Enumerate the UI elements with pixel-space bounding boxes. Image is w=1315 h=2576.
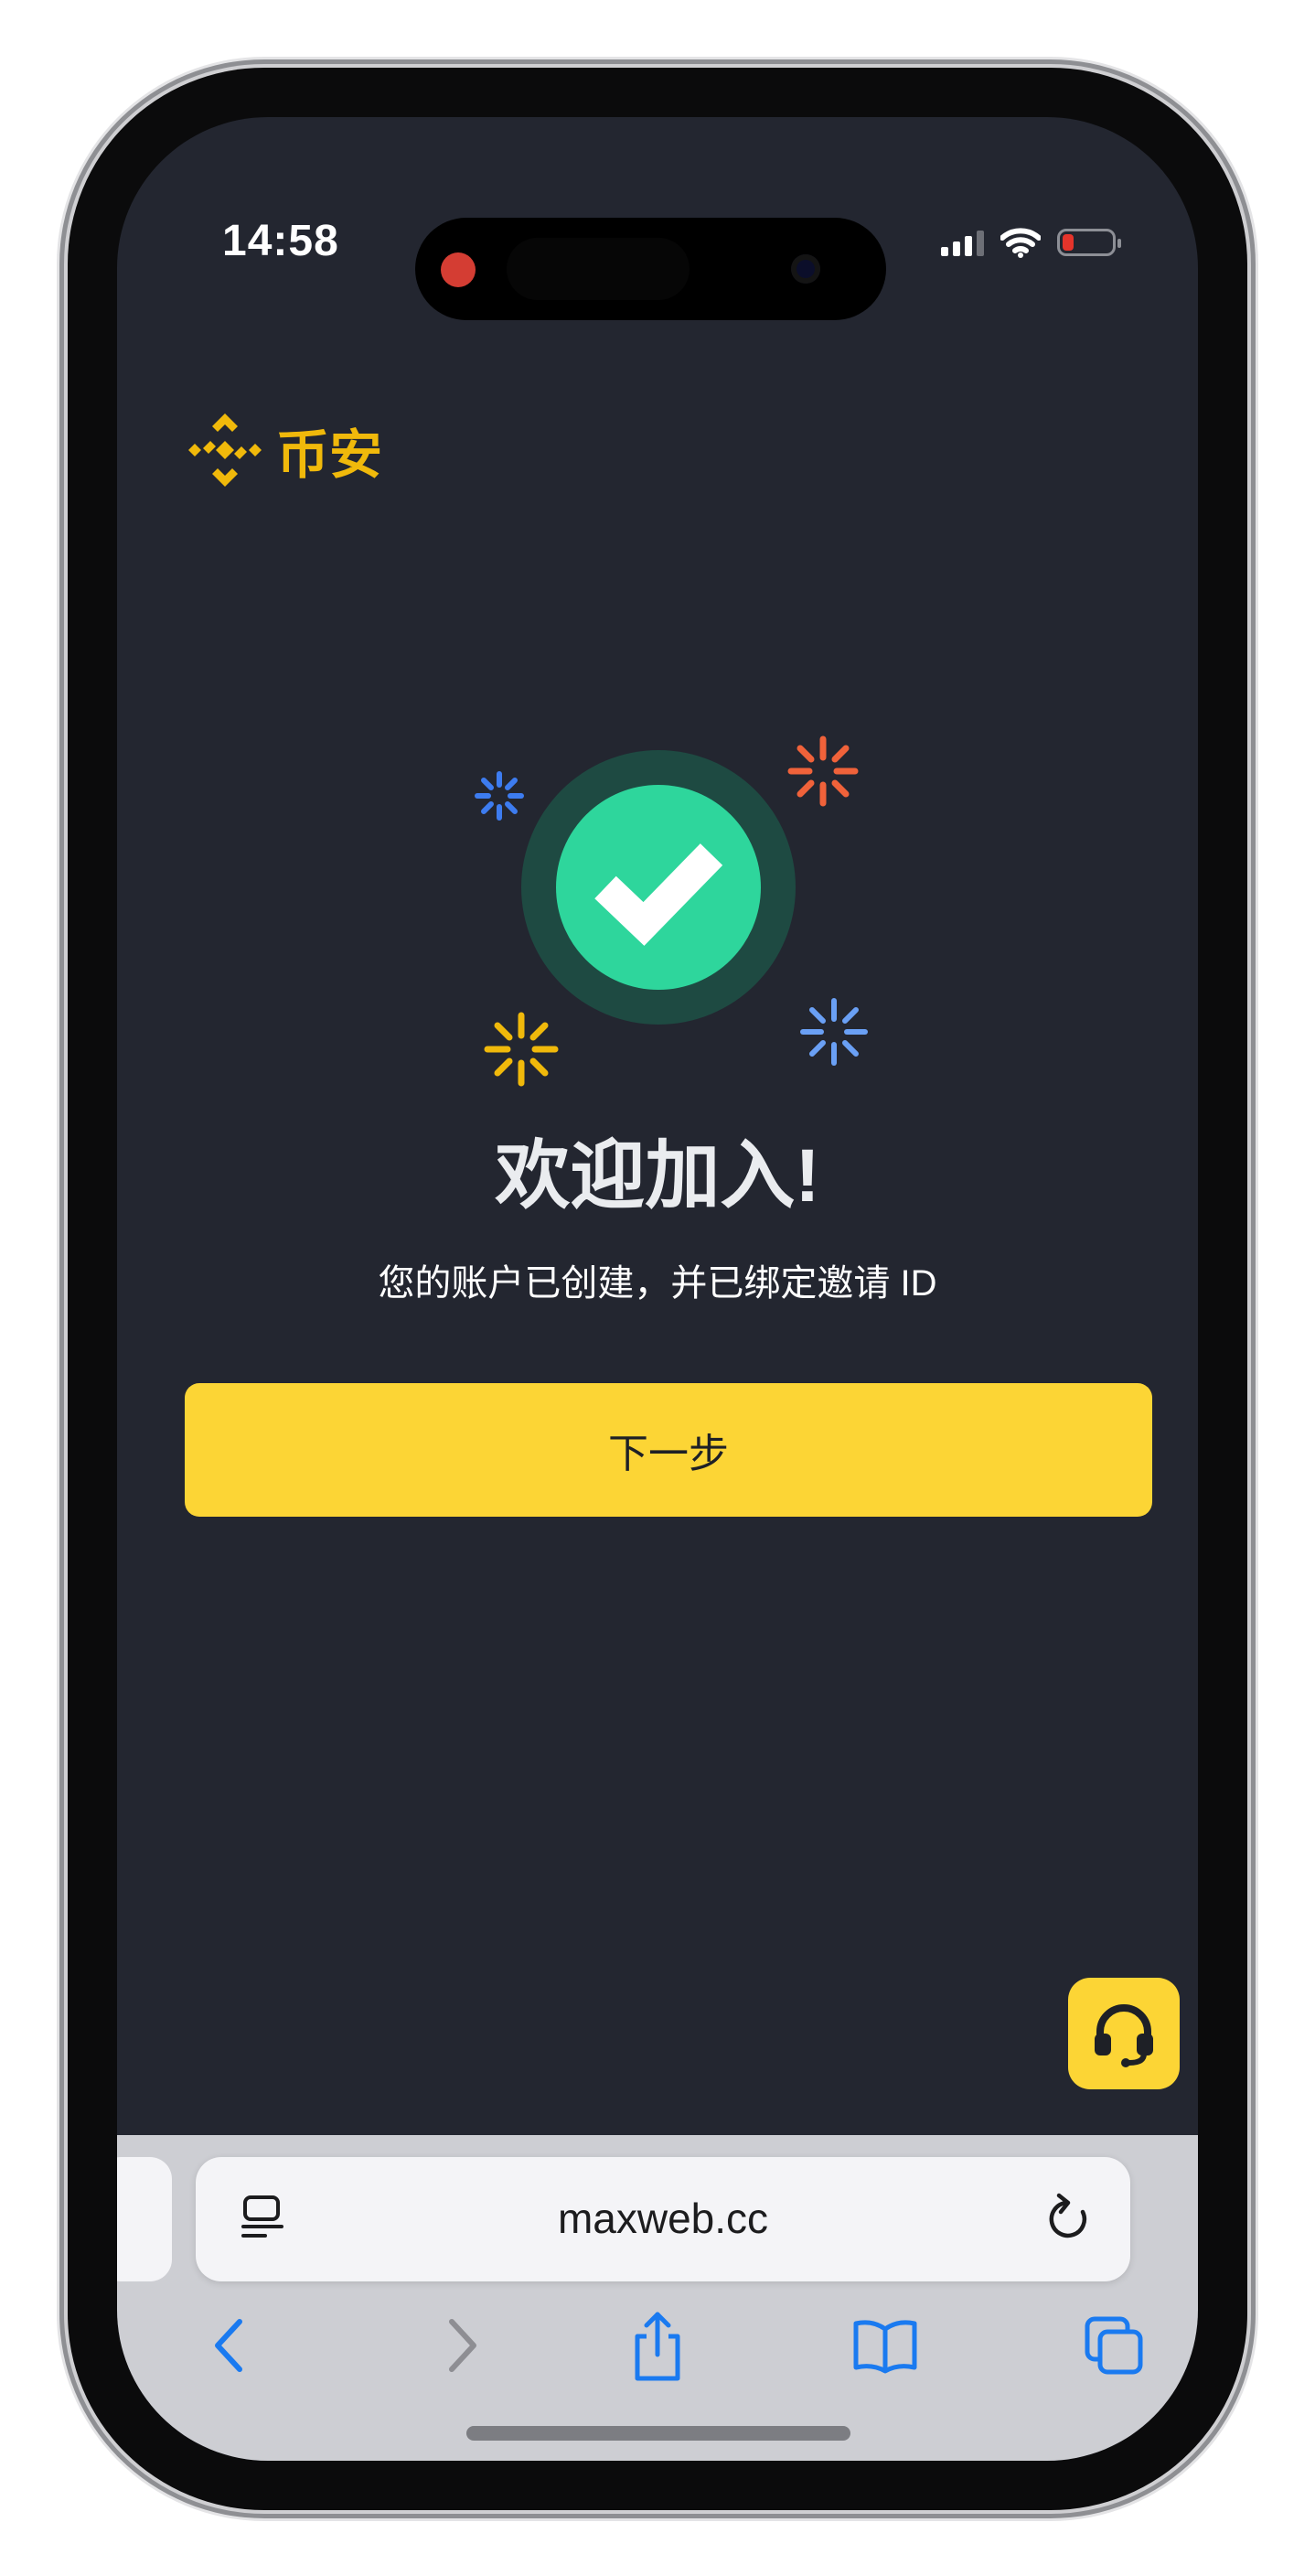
bookmarks-button[interactable] — [839, 2300, 931, 2391]
headset-icon — [1095, 2004, 1153, 2067]
sparkle-yellow-icon — [484, 1012, 559, 1087]
forward-icon — [449, 2319, 476, 2372]
support-button[interactable] — [1068, 1978, 1180, 2089]
screen: 14:58 币安 欢迎加入! 您的账户已创建，并已绑定邀请 ID 下一步 max… — [117, 117, 1198, 2461]
status-icons — [941, 227, 1121, 258]
sparkle-lightblue-icon — [800, 998, 868, 1066]
sparkle-orange-icon — [787, 735, 859, 807]
battery-low-icon — [1057, 229, 1121, 256]
island-sensor — [507, 238, 690, 300]
welcome-title: 欢迎加入! — [495, 1134, 820, 1218]
tabs-icon — [1085, 2316, 1143, 2375]
cellular-signal-icon — [941, 229, 984, 256]
safari-bottom-bar: maxweb.cc — [117, 2135, 1198, 2461]
silent-switch — [57, 534, 66, 626]
share-button[interactable] — [612, 2300, 703, 2391]
power-button — [1249, 840, 1258, 1131]
recording-indicator — [441, 252, 476, 287]
forward-button[interactable] — [417, 2300, 508, 2391]
brand-name: 币安 — [276, 425, 383, 485]
volume-up-button — [57, 714, 66, 896]
home-indicator[interactable] — [466, 2426, 850, 2441]
welcome-subtitle: 您的账户已创建，并已绑定邀请 ID — [378, 1263, 937, 1304]
wifi-icon — [1000, 228, 1041, 258]
browser-toolbar — [117, 2300, 1198, 2391]
address-bar[interactable]: maxweb.cc — [196, 2157, 1130, 2281]
url-text: maxweb.cc — [557, 2195, 769, 2242]
next-step-button[interactable]: 下一步 — [185, 1383, 1152, 1517]
share-icon — [635, 2312, 680, 2381]
reload-icon[interactable] — [1044, 2192, 1096, 2247]
back-button[interactable] — [183, 2300, 274, 2391]
dynamic-island — [415, 218, 886, 320]
previous-tab-preview[interactable] — [117, 2157, 172, 2281]
back-icon — [215, 2319, 242, 2372]
tabs-button[interactable] — [1068, 2300, 1160, 2391]
phone-frame: 14:58 币安 欢迎加入! 您的账户已创建，并已绑定邀请 ID 下一步 max… — [68, 68, 1247, 2510]
brand-logo[interactable]: 币安 — [183, 408, 382, 492]
sparkle-blue-icon — [475, 771, 524, 821]
volume-down-button — [57, 948, 66, 1131]
camera-icon — [791, 254, 820, 284]
binance-logo-icon — [188, 413, 262, 487]
bookmarks-icon — [853, 2320, 917, 2374]
status-time: 14:58 — [222, 217, 339, 265]
